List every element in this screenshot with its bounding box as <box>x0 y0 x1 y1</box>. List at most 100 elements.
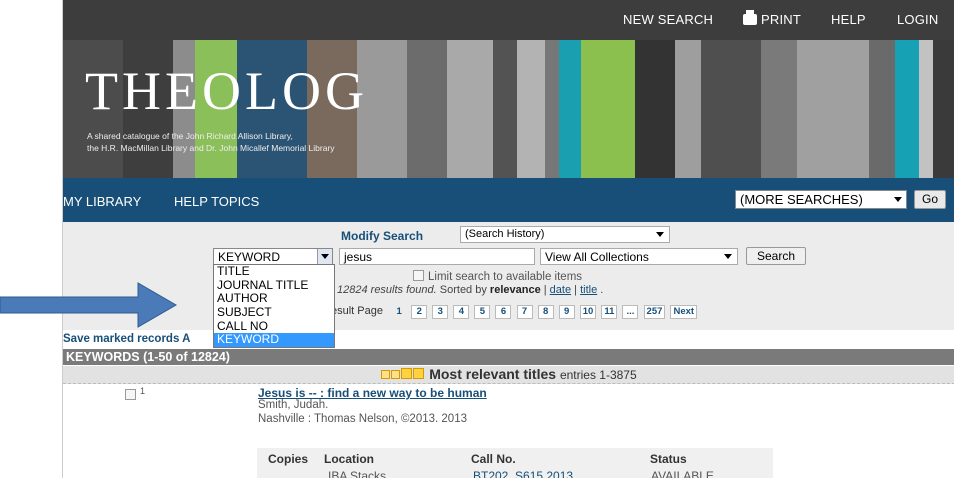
banner-stripe <box>895 40 919 178</box>
printer-icon <box>743 10 757 25</box>
banner-stripe <box>919 40 933 178</box>
banner-stripe <box>493 40 517 178</box>
col-location: Location <box>324 452 374 466</box>
help-link[interactable]: HELP <box>831 12 866 27</box>
dropdown-button[interactable] <box>317 249 332 264</box>
limit-available: Limit search to available items <box>413 270 582 283</box>
annotation-arrow-icon <box>0 282 177 328</box>
next-page-link[interactable]: Next <box>670 305 698 319</box>
result-page-label: esult Page <box>331 305 383 317</box>
page-link[interactable]: 6 <box>495 305 512 319</box>
results-found: results found. <box>370 284 437 296</box>
page-link[interactable]: 7 <box>516 305 533 319</box>
dropdown-option-keyword[interactable]: KEYWORD <box>214 333 334 348</box>
record-author: Smith, Judah. <box>258 399 329 411</box>
dropdown-option-author[interactable]: AUTHOR <box>214 292 334 306</box>
search-history-select[interactable]: (Search History) <box>460 226 670 243</box>
page-link[interactable]: 8 <box>537 305 554 319</box>
theolog-logo: THEOLOG <box>85 61 368 121</box>
page-link[interactable]: 4 <box>453 305 470 319</box>
banner-stripe <box>407 40 447 178</box>
search-field-dropdown: TITLE JOURNAL TITLE AUTHOR SUBJECT CALL … <box>213 264 335 349</box>
modify-search-label: Modify Search <box>341 229 424 243</box>
go-button[interactable]: Go <box>914 190 946 209</box>
banner-stripe <box>675 40 701 178</box>
page-link[interactable]: 5 <box>474 305 491 319</box>
banner-stripe <box>581 40 635 178</box>
banner-stripe <box>447 40 493 178</box>
keywords-header: KEYWORDS (1-50 of 12824) <box>63 349 954 365</box>
dropdown-option-title[interactable]: TITLE <box>214 264 334 279</box>
relevance-icon <box>391 370 401 379</box>
search-input[interactable]: jesus <box>339 248 535 265</box>
search-field-value: KEYWORD <box>218 250 281 264</box>
print-label: PRINT <box>761 12 801 27</box>
chevron-down-icon <box>656 232 664 237</box>
chevron-down-icon <box>894 197 902 202</box>
banner-stripe <box>761 40 797 178</box>
banner-stripe <box>545 40 559 178</box>
record-title-link[interactable]: Jesus is -- : find a new way to be human <box>258 386 487 400</box>
col-status: Status <box>650 452 687 466</box>
banner-stripe <box>869 40 895 178</box>
page-link[interactable]: 257 <box>643 305 666 319</box>
page-link[interactable]: 3 <box>432 305 449 319</box>
nav-help-topics[interactable]: HELP TOPICS <box>174 194 259 209</box>
new-search-link[interactable]: NEW SEARCH <box>623 12 713 27</box>
limit-checkbox[interactable] <box>413 270 424 281</box>
banner-stripe <box>635 40 675 178</box>
chevron-down-icon <box>321 254 329 259</box>
login-link[interactable]: LOGIN <box>897 12 938 27</box>
sorted-by-label: Sorted by <box>439 284 487 296</box>
page-ellipsis: ... <box>622 305 639 319</box>
relevance-icon <box>401 368 413 379</box>
banner-stripe <box>701 40 761 178</box>
results-count: 12824 <box>337 284 368 296</box>
copies-label: Copies <box>268 452 309 466</box>
results-summary: 12824 results found. Sorted by relevance… <box>337 284 604 296</box>
banner-tagline: A shared catalogue of the John Richard A… <box>87 130 335 154</box>
more-searches-value: (MORE SEARCHES) <box>740 192 863 207</box>
banner-stripe <box>797 40 869 178</box>
page-link[interactable]: 10 <box>579 305 597 319</box>
save-marked-records-link[interactable]: Save marked records A <box>63 333 190 345</box>
print-link[interactable]: PRINT <box>743 10 801 27</box>
sort-title-link[interactable]: title <box>580 284 597 296</box>
copy-status: AVAILABLE <box>651 469 714 478</box>
most-relevant-bar: Most relevant titles entries 1-3875 <box>63 366 954 384</box>
page-link[interactable]: 11 <box>601 305 618 319</box>
search-history-value: (Search History) <box>465 228 545 240</box>
browser-page: NEW SEARCH PRINT HELP LOGIN THEOLOG A sh… <box>62 0 954 478</box>
banner: THEOLOG A shared catalogue of the John R… <box>63 40 954 178</box>
top-bar: NEW SEARCH PRINT HELP LOGIN <box>63 0 954 40</box>
dropdown-option-journal-title[interactable]: JOURNAL TITLE <box>214 278 334 293</box>
banner-stripe <box>517 40 545 178</box>
dropdown-option-subject[interactable]: SUBJECT <box>214 305 334 320</box>
record-number: 1 <box>140 386 146 396</box>
sort-date-link[interactable]: date <box>550 284 571 296</box>
col-call-no: Call No. <box>471 452 516 466</box>
limit-label: Limit search to available items <box>428 271 583 283</box>
record-checkbox[interactable] <box>125 389 136 400</box>
collection-value: View All Collections <box>545 250 649 264</box>
most-relevant-entries: entries 1-3875 <box>559 368 637 382</box>
search-field-select[interactable]: KEYWORD <box>213 248 333 265</box>
pagination: esult Page 1 2 3 4 5 6 7 8 9 10 11 ... 2… <box>331 305 699 319</box>
collection-select[interactable]: View All Collections <box>540 248 738 265</box>
relevance-icon <box>381 370 391 379</box>
chevron-down-icon <box>724 254 732 259</box>
record-publication: Nashville : Thomas Nelson, ©2013. 2013 <box>258 413 467 425</box>
copy-location: IBA Stacks <box>328 469 387 478</box>
relevance-icon <box>413 368 425 379</box>
tagline-line: A shared catalogue of the John Richard A… <box>87 131 293 141</box>
copy-call-no-link[interactable]: BT202 .S615 2013 <box>473 469 573 478</box>
more-searches-select[interactable]: (MORE SEARCHES) <box>735 190 907 209</box>
dropdown-option-call-no[interactable]: CALL NO <box>214 319 334 334</box>
search-button[interactable]: Search <box>746 247 806 265</box>
banner-stripe <box>559 40 581 178</box>
nav-my-library[interactable]: MY LIBRARY <box>63 194 141 209</box>
page-link[interactable]: 9 <box>558 305 575 319</box>
banner-stripe <box>933 40 954 178</box>
most-relevant-title: Most relevant titles <box>429 366 557 382</box>
page-link[interactable]: 2 <box>411 305 428 319</box>
